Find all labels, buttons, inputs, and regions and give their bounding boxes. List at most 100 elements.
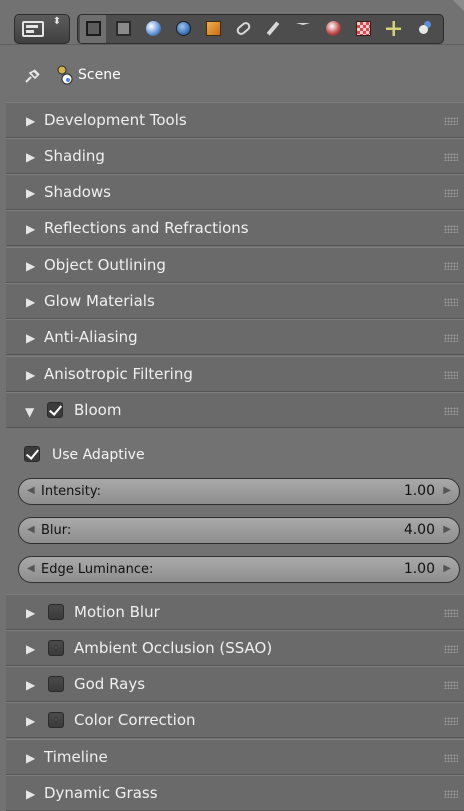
increment-arrow-icon[interactable]: ▶ (443, 484, 451, 498)
expand-arrow-icon: ▶ (26, 259, 36, 273)
properties-header: ⬍ (0, 0, 464, 45)
tab-object[interactable] (200, 15, 226, 43)
context-path: Scene (0, 48, 464, 102)
panel-label: Ambient Occlusion (SSAO) (74, 639, 273, 657)
ambient-occlusion-checkbox[interactable] (48, 640, 64, 656)
drag-handle-icon[interactable] (444, 609, 458, 617)
tab-physics[interactable] (410, 15, 436, 43)
panel-reflections-and-refractions[interactable]: ▶ Reflections and Refractions (6, 210, 464, 246)
panel-label: God Rays (74, 675, 146, 693)
tab-world[interactable] (170, 15, 196, 43)
texture-icon (356, 21, 371, 36)
slider-label: Edge Luminance: (41, 562, 154, 577)
panel-dynamic-grass[interactable]: ▶ Dynamic Grass (6, 775, 464, 811)
panel-shading[interactable]: ▶ Shading (6, 138, 464, 174)
expand-arrow-icon: ▶ (26, 714, 36, 728)
intensity-slider[interactable]: ◀ Intensity: 1.00 ▶ (18, 478, 460, 505)
decrement-arrow-icon[interactable]: ◀ (27, 562, 35, 576)
tab-scene[interactable] (140, 15, 166, 43)
drag-handle-icon[interactable] (444, 371, 458, 379)
slider-value: 1.00 (403, 561, 435, 577)
drag-handle-icon[interactable] (444, 645, 458, 653)
use-adaptive-label[interactable]: Use Adaptive (52, 446, 145, 464)
panel-anisotropic-filtering[interactable]: ▶ Anisotropic Filtering (6, 356, 464, 392)
panel-label: Dynamic Grass (44, 784, 158, 802)
use-adaptive-checkbox[interactable] (24, 446, 40, 462)
panel-god-rays[interactable]: ▶ God Rays (6, 666, 464, 702)
slider-label: Blur: (41, 523, 72, 538)
expand-arrow-icon: ▶ (26, 751, 36, 765)
panel-label: Glow Materials (44, 292, 155, 310)
panel-development-tools[interactable]: ▶ Development Tools (6, 102, 464, 138)
increment-arrow-icon[interactable]: ▶ (443, 523, 451, 537)
expand-arrow-icon: ▶ (26, 787, 36, 801)
panel-color-correction[interactable]: ▶ Color Correction (6, 702, 464, 738)
tab-constraints[interactable] (230, 15, 256, 43)
increment-arrow-icon[interactable]: ▶ (443, 562, 451, 576)
slider-label: Intensity: (41, 484, 102, 499)
slider-value: 1.00 (403, 483, 435, 499)
drag-handle-icon[interactable] (444, 407, 458, 415)
panel-label: Object Outlining (44, 256, 166, 274)
expand-arrow-icon: ▶ (26, 331, 36, 345)
panel-object-outlining[interactable]: ▶ Object Outlining (6, 247, 464, 283)
tab-render[interactable] (80, 15, 106, 43)
drag-handle-icon[interactable] (444, 298, 458, 306)
drag-handle-icon[interactable] (444, 334, 458, 342)
panel-ambient-occlusion[interactable]: ▶ Ambient Occlusion (SSAO) (6, 630, 464, 666)
drag-handle-icon[interactable] (444, 189, 458, 197)
motion-blur-checkbox[interactable] (48, 604, 64, 620)
tab-texture[interactable] (350, 15, 376, 43)
panel-glow-materials[interactable]: ▶ Glow Materials (6, 283, 464, 319)
drag-handle-icon[interactable] (444, 681, 458, 689)
physics-icon (419, 25, 428, 34)
panel-label: Reflections and Refractions (44, 219, 249, 237)
area-split-corner[interactable] (453, 0, 464, 11)
bloom-enable-checkbox[interactable] (47, 402, 63, 418)
properties-editor-icon (22, 21, 44, 37)
blur-slider[interactable]: ◀ Blur: 4.00 ▶ (18, 517, 460, 544)
panel-label: Motion Blur (74, 603, 160, 621)
particles-icon (386, 21, 401, 36)
expand-arrow-icon: ▶ (26, 678, 36, 692)
drag-handle-icon[interactable] (444, 153, 458, 161)
panel-label: Anti-Aliasing (44, 328, 138, 346)
edge-luminance-slider[interactable]: ◀ Edge Luminance: 1.00 ▶ (18, 556, 460, 583)
tab-modifiers[interactable] (260, 15, 286, 43)
modifiers-icon (266, 21, 280, 36)
tab-material[interactable] (320, 15, 346, 43)
panel-bloom[interactable]: ▼ Bloom (6, 392, 464, 428)
drag-handle-icon[interactable] (444, 790, 458, 798)
pin-icon[interactable] (22, 64, 44, 86)
expand-arrow-icon: ▶ (26, 295, 36, 309)
drag-handle-icon[interactable] (444, 262, 458, 270)
expand-arrow-icon: ▶ (26, 222, 36, 236)
tab-particles[interactable] (380, 15, 406, 43)
panel-label: Color Correction (74, 711, 196, 729)
expand-arrow-icon: ▶ (26, 114, 36, 128)
panel-motion-blur[interactable]: ▶ Motion Blur (6, 594, 464, 630)
panel-label: Development Tools (44, 111, 187, 129)
color-correction-checkbox[interactable] (48, 712, 64, 728)
drag-handle-icon[interactable] (444, 754, 458, 762)
decrement-arrow-icon[interactable]: ◀ (27, 484, 35, 498)
tab-object-data[interactable] (290, 15, 316, 43)
render-icon (86, 21, 101, 36)
god-rays-checkbox[interactable] (48, 676, 64, 692)
panel-label: Timeline (44, 748, 108, 766)
drag-handle-icon[interactable] (444, 225, 458, 233)
collapse-arrow-icon: ▼ (25, 405, 35, 419)
panel-shadows[interactable]: ▶ Shadows (6, 174, 464, 210)
editor-type-menu[interactable]: ⬍ (14, 14, 70, 44)
tab-render-layers[interactable] (110, 15, 136, 43)
bloom-panel-body: Use Adaptive ◀ Intensity: 1.00 ▶ ◀ Blur:… (6, 432, 464, 592)
drag-handle-icon[interactable] (444, 717, 458, 725)
drag-handle-icon[interactable] (444, 117, 458, 125)
context-tabs (77, 14, 444, 44)
panel-label: Anisotropic Filtering (44, 365, 193, 383)
object-icon (206, 21, 221, 36)
scene-label: Scene (78, 67, 121, 83)
panel-timeline[interactable]: ▶ Timeline (6, 739, 464, 775)
panel-anti-aliasing[interactable]: ▶ Anti-Aliasing (6, 319, 464, 355)
decrement-arrow-icon[interactable]: ◀ (27, 523, 35, 537)
